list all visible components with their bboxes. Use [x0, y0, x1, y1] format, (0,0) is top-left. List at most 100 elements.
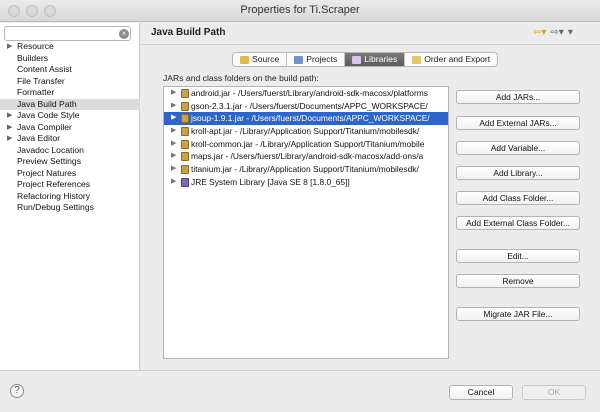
sidebar-item-preview-settings[interactable]: Preview Settings	[0, 156, 140, 168]
filter-input[interactable]	[4, 26, 131, 41]
tree-row-label: android.jar - /Users/fuerst/Library/andr…	[191, 88, 428, 98]
add-external-jars-button[interactable]: Add External JARs...	[456, 116, 580, 130]
title-bar: Properties for Ti.Scraper	[0, 0, 600, 22]
back-arrow-icon[interactable]: ⇦▾	[533, 27, 546, 38]
tab-source[interactable]: Source	[233, 53, 288, 66]
edit-button[interactable]: Edit...	[456, 249, 580, 263]
expand-triangle-icon[interactable]: ▶	[171, 112, 176, 125]
sidebar-item-label: Run/Debug Settings	[17, 202, 94, 212]
jar-icon	[181, 127, 189, 137]
sidebar-item-java-code-style[interactable]: ▶ Java Code Style	[0, 110, 140, 122]
jar-icon	[181, 101, 189, 111]
sidebar-item-run-debug-settings[interactable]: Run/Debug Settings	[0, 202, 140, 214]
tree-row-label: JRE System Library [Java SE 8 [1.8.0_65]…	[191, 176, 350, 187]
sidebar-item-label: File Transfer	[17, 75, 65, 86]
sidebar-item-project-natures[interactable]: Project Natures	[0, 168, 140, 180]
forward-arrow-icon[interactable]: ⇨▾	[550, 27, 563, 38]
help-icon[interactable]: ?	[10, 384, 24, 398]
sidebar-item-label: Project References	[17, 179, 91, 189]
sidebar-item-java-editor[interactable]: ▶ Java Editor	[0, 133, 140, 145]
tab-label: Projects	[306, 54, 338, 64]
order-export-icon	[412, 55, 422, 64]
tab-projects[interactable]: Projects	[287, 53, 346, 66]
main-pane: Java Build Path ⇦▾ ⇨▾ ▾ Source Projects Li…	[141, 23, 600, 370]
expand-triangle-icon[interactable]: ▶	[7, 41, 12, 53]
sidebar-item-formatter[interactable]: Formatter	[0, 87, 140, 99]
sidebar-item-label: Builders	[17, 52, 49, 63]
expand-triangle-icon[interactable]: ▶	[7, 133, 12, 145]
tree-row-label: kroll-apt.jar - /Library/Application Sup…	[191, 126, 420, 137]
tree-row[interactable]: ▶ gson-2.3.1.jar - /Users/fuerst/Document…	[164, 100, 448, 113]
expand-triangle-icon[interactable]: ▶	[171, 125, 176, 138]
libraries-icon	[352, 55, 362, 64]
add-library-button[interactable]: Add Library...	[456, 166, 580, 180]
sidebar-item-java-build-path[interactable]: Java Build Path	[0, 98, 140, 110]
tree-row[interactable]: ▶ kroll-common.jar - /Library/Application…	[164, 138, 448, 151]
tree-row[interactable]: ▶ jsoup-1.9.1.jar - /Users/fuerst/Documen…	[164, 112, 448, 126]
jar-icon	[181, 89, 189, 98]
expand-triangle-icon[interactable]: ▶	[171, 163, 176, 176]
sidebar-item-label: Content Assist	[17, 64, 72, 74]
expand-triangle-icon[interactable]: ▶	[171, 150, 176, 163]
sidebar-item-java-compiler[interactable]: ▶ Java Compiler	[0, 122, 140, 134]
expand-triangle-icon[interactable]: ▶	[171, 138, 176, 151]
sidebar-item-label: Formatter	[17, 87, 55, 97]
sidebar-item-resource[interactable]: ▶ Resource	[0, 41, 140, 53]
tree-row[interactable]: ▶ android.jar - /Users/fuerst/Library/and…	[164, 87, 448, 100]
build-path-label: JARs and class folders on the build path…	[163, 73, 319, 83]
migrate-jar-button[interactable]: Migrate JAR File...	[456, 307, 580, 321]
sidebar: × ▶ Resource Builders Content Assist File…	[0, 23, 140, 370]
tree-row-label: maps.jar - /Users/fuerst/Library/android…	[191, 151, 424, 162]
jar-icon	[181, 139, 189, 149]
tree-row[interactable]: ▶ kroll-apt.jar - /Library/Application Su…	[164, 125, 448, 138]
expand-triangle-icon[interactable]: ▶	[171, 100, 176, 113]
sidebar-item-file-transfer[interactable]: File Transfer	[0, 76, 140, 88]
cancel-button[interactable]: Cancel	[449, 385, 513, 400]
tree-row-label: gson-2.3.1.jar - /Users/fuerst/Documents…	[191, 100, 428, 111]
add-jars-button[interactable]: Add JARs...	[456, 90, 580, 104]
expand-triangle-icon[interactable]: ▶	[171, 176, 176, 189]
ok-button[interactable]: OK	[522, 385, 586, 400]
expand-triangle-icon[interactable]: ▶	[7, 122, 12, 134]
source-folder-icon	[240, 55, 249, 64]
sidebar-item-builders[interactable]: Builders	[0, 53, 140, 65]
sidebar-item-label: Resource	[17, 41, 54, 51]
library-icon	[181, 177, 189, 187]
tab-libraries[interactable]: Libraries	[345, 53, 406, 66]
jar-icon	[181, 165, 189, 175]
jar-icon	[181, 114, 189, 124]
expand-triangle-icon[interactable]: ▶	[7, 110, 12, 122]
tab-label: Order and Export	[424, 54, 491, 64]
add-class-folder-button[interactable]: Add Class Folder...	[456, 191, 580, 205]
page-title: Java Build Path	[151, 27, 226, 38]
sidebar-item-refactoring-history[interactable]: Refactoring History	[0, 191, 140, 203]
clear-filter-icon[interactable]: ×	[119, 29, 129, 39]
sidebar-item-label: Preview Settings	[17, 156, 82, 166]
history-nav: ⇦▾ ⇨▾ ▾	[533, 27, 577, 38]
add-external-class-folder-button[interactable]: Add External Class Folder...	[456, 216, 580, 230]
sidebar-item-label: Java Editor	[17, 133, 60, 143]
expand-triangle-icon[interactable]: ▶	[171, 87, 176, 100]
view-menu-icon[interactable]: ▾	[568, 27, 573, 38]
tree-row[interactable]: ▶ maps.jar - /Users/fuerst/Library/androi…	[164, 150, 448, 163]
add-variable-button[interactable]: Add Variable...	[456, 141, 580, 155]
tree-row-label: kroll-common.jar - /Library/Application …	[191, 138, 425, 149]
window-title: Properties for Ti.Scraper	[240, 4, 360, 16]
property-page-list: ▶ Resource Builders Content Assist File T…	[0, 41, 140, 214]
tree-row[interactable]: ▶ titanium.jar - /Library/Application Sup…	[164, 163, 448, 176]
footer-divider	[0, 370, 600, 371]
sidebar-item-content-assist[interactable]: Content Assist	[0, 64, 140, 76]
header-divider	[141, 44, 600, 45]
sidebar-item-project-references[interactable]: Project References	[0, 179, 140, 191]
tree-row[interactable]: ▶ JRE System Library [Java SE 8 [1.8.0_65…	[164, 176, 448, 189]
sidebar-item-label: Java Build Path	[17, 98, 77, 109]
sidebar-item-javadoc-location[interactable]: Javadoc Location	[0, 145, 140, 157]
sidebar-item-label: Refactoring History	[17, 190, 91, 201]
tab-label: Libraries	[364, 54, 398, 64]
remove-button[interactable]: Remove	[456, 274, 580, 288]
tab-order-and-export[interactable]: Order and Export	[405, 53, 497, 66]
properties-dialog: Properties for Ti.Scraper × ▶ Resource Bu…	[0, 0, 600, 412]
tab-label: Source	[252, 54, 280, 64]
library-tree: ▶ android.jar - /Users/fuerst/Library/and…	[163, 86, 449, 359]
sidebar-item-label: Project Natures	[17, 167, 77, 178]
